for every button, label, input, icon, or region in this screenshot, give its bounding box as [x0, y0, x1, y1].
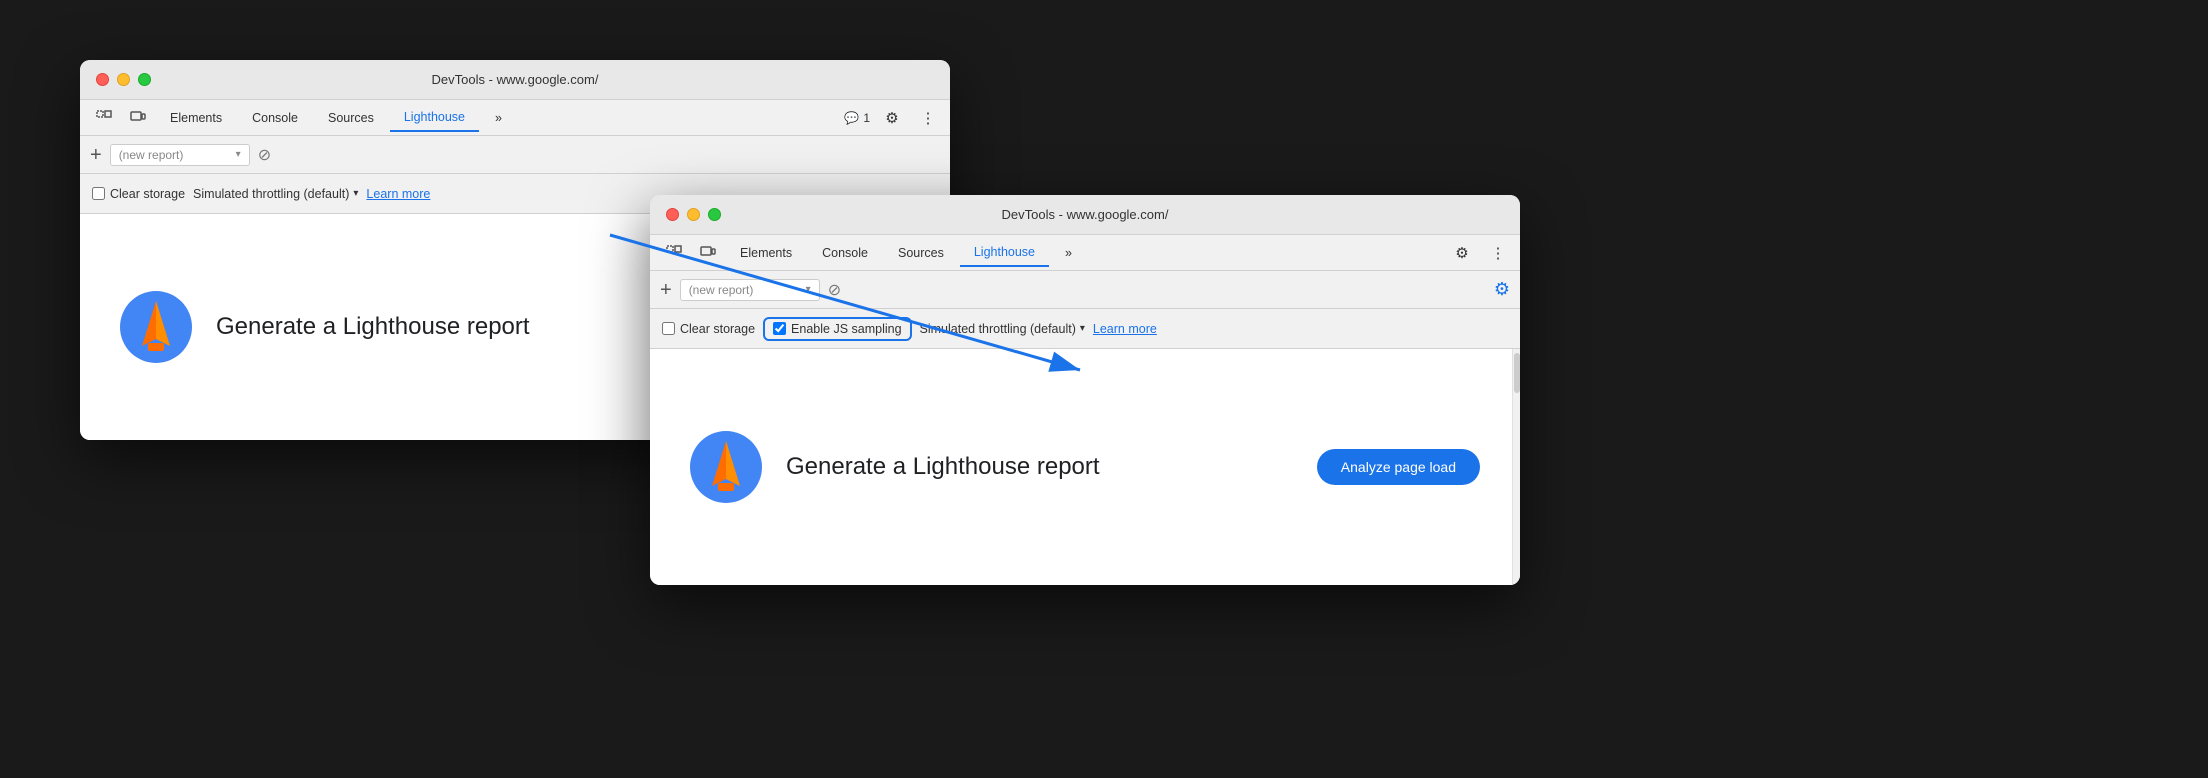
device-icon[interactable]: [122, 104, 154, 132]
throttle-text-front: Simulated throttling (default): [920, 322, 1076, 336]
learn-more-link-front[interactable]: Learn more: [1093, 322, 1157, 336]
report-bar-front: + (new report) ▾ ⊘ ⚙: [650, 271, 1520, 309]
settings-gear-blue-icon[interactable]: ⚙: [1494, 279, 1510, 300]
comment-icon: 💬: [844, 111, 859, 125]
more-options-icon-front[interactable]: ⋮: [1484, 239, 1512, 267]
inspect-icon[interactable]: [88, 104, 120, 132]
report-placeholder-front: (new report): [689, 283, 754, 297]
tab-lighthouse-front[interactable]: Lighthouse: [960, 239, 1049, 267]
lighthouse-logo-back: [120, 291, 192, 363]
enable-js-sampling-container[interactable]: Enable JS sampling: [763, 317, 911, 341]
options-bar-front: Clear storage Enable JS sampling Simulat…: [650, 309, 1520, 349]
tab-bar-front: Elements Console Sources Lighthouse » ⚙ …: [650, 235, 1520, 271]
enable-js-sampling-checkbox[interactable]: [773, 322, 786, 335]
chevron-down-icon-back: ▾: [236, 149, 241, 160]
analyze-page-load-button[interactable]: Analyze page load: [1317, 449, 1480, 485]
throttle-dropdown-front[interactable]: Simulated throttling (default) ▾: [920, 322, 1085, 336]
close-button-front[interactable]: [666, 208, 679, 221]
traffic-lights-back: [96, 73, 151, 86]
main-content-front: Generate a Lighthouse report Analyze pag…: [650, 349, 1520, 585]
device-icon-front[interactable]: [692, 239, 724, 267]
tab-sources-back[interactable]: Sources: [314, 105, 388, 131]
add-report-front[interactable]: +: [660, 280, 672, 300]
comment-badge[interactable]: 💬 1: [844, 111, 870, 125]
clear-storage-label-front: Clear storage: [680, 322, 755, 336]
chevron-down-icon-front: ▾: [806, 284, 811, 295]
learn-more-link-back[interactable]: Learn more: [366, 187, 430, 201]
maximize-button-front[interactable]: [708, 208, 721, 221]
tab-console-back[interactable]: Console: [238, 105, 312, 131]
window-title-back: DevTools - www.google.com/: [432, 72, 599, 87]
clear-storage-input-front[interactable]: [662, 322, 675, 335]
add-report-back[interactable]: +: [90, 145, 102, 165]
generate-text-front: Generate a Lighthouse report: [786, 453, 1100, 481]
tab-lighthouse-back[interactable]: Lighthouse: [390, 104, 479, 132]
tab-elements-front[interactable]: Elements: [726, 240, 806, 266]
inspect-icon-front[interactable]: [658, 239, 690, 267]
tab-elements-back[interactable]: Elements: [156, 105, 236, 131]
clear-storage-input-back[interactable]: [92, 187, 105, 200]
clear-storage-checkbox-front[interactable]: Clear storage: [662, 322, 755, 336]
minimize-button[interactable]: [117, 73, 130, 86]
comment-count: 1: [863, 111, 870, 125]
generate-text-back: Generate a Lighthouse report: [216, 313, 530, 341]
report-placeholder-back: (new report): [119, 148, 184, 162]
traffic-lights-front: [666, 208, 721, 221]
cancel-icon-front[interactable]: ⊘: [828, 280, 841, 300]
minimize-button-front[interactable]: [687, 208, 700, 221]
report-dropdown-back[interactable]: (new report) ▾: [110, 144, 250, 166]
cancel-icon-back[interactable]: ⊘: [258, 145, 271, 165]
report-dropdown-front[interactable]: (new report) ▾: [680, 279, 820, 301]
settings-icon-front[interactable]: ⚙: [1448, 239, 1476, 267]
throttle-arrow-back: ▾: [353, 188, 358, 199]
tab-bar-right-back: 💬 1 ⚙ ⋮: [844, 104, 942, 132]
tab-bar-back: Elements Console Sources Lighthouse » 💬 …: [80, 100, 950, 136]
tab-more-front[interactable]: »: [1051, 240, 1086, 266]
lighthouse-logo-front: [690, 431, 762, 503]
tab-console-front[interactable]: Console: [808, 240, 882, 266]
throttle-arrow-front: ▾: [1080, 323, 1085, 334]
throttle-dropdown-back[interactable]: Simulated throttling (default) ▾: [193, 187, 358, 201]
devtools-window-front: DevTools - www.google.com/ Elements Cons…: [650, 195, 1520, 585]
scrollbar-thumb: [1514, 353, 1520, 393]
clear-storage-label-back: Clear storage: [110, 187, 185, 201]
enable-js-sampling-label: Enable JS sampling: [791, 322, 901, 336]
tab-sources-front[interactable]: Sources: [884, 240, 958, 266]
settings-icon-back[interactable]: ⚙: [878, 104, 906, 132]
close-button[interactable]: [96, 73, 109, 86]
report-bar-back: + (new report) ▾ ⊘: [80, 136, 950, 174]
window-title-front: DevTools - www.google.com/: [1002, 207, 1169, 222]
tab-more-back[interactable]: »: [481, 105, 516, 131]
throttle-text-back: Simulated throttling (default): [193, 187, 349, 201]
scrollbar-front[interactable]: [1512, 349, 1520, 585]
title-bar-front: DevTools - www.google.com/: [650, 195, 1520, 235]
title-bar-back: DevTools - www.google.com/: [80, 60, 950, 100]
clear-storage-checkbox-back[interactable]: Clear storage: [92, 187, 185, 201]
more-options-icon-back[interactable]: ⋮: [914, 104, 942, 132]
tab-bar-right-front: ⚙ ⋮: [1448, 239, 1512, 267]
maximize-button[interactable]: [138, 73, 151, 86]
